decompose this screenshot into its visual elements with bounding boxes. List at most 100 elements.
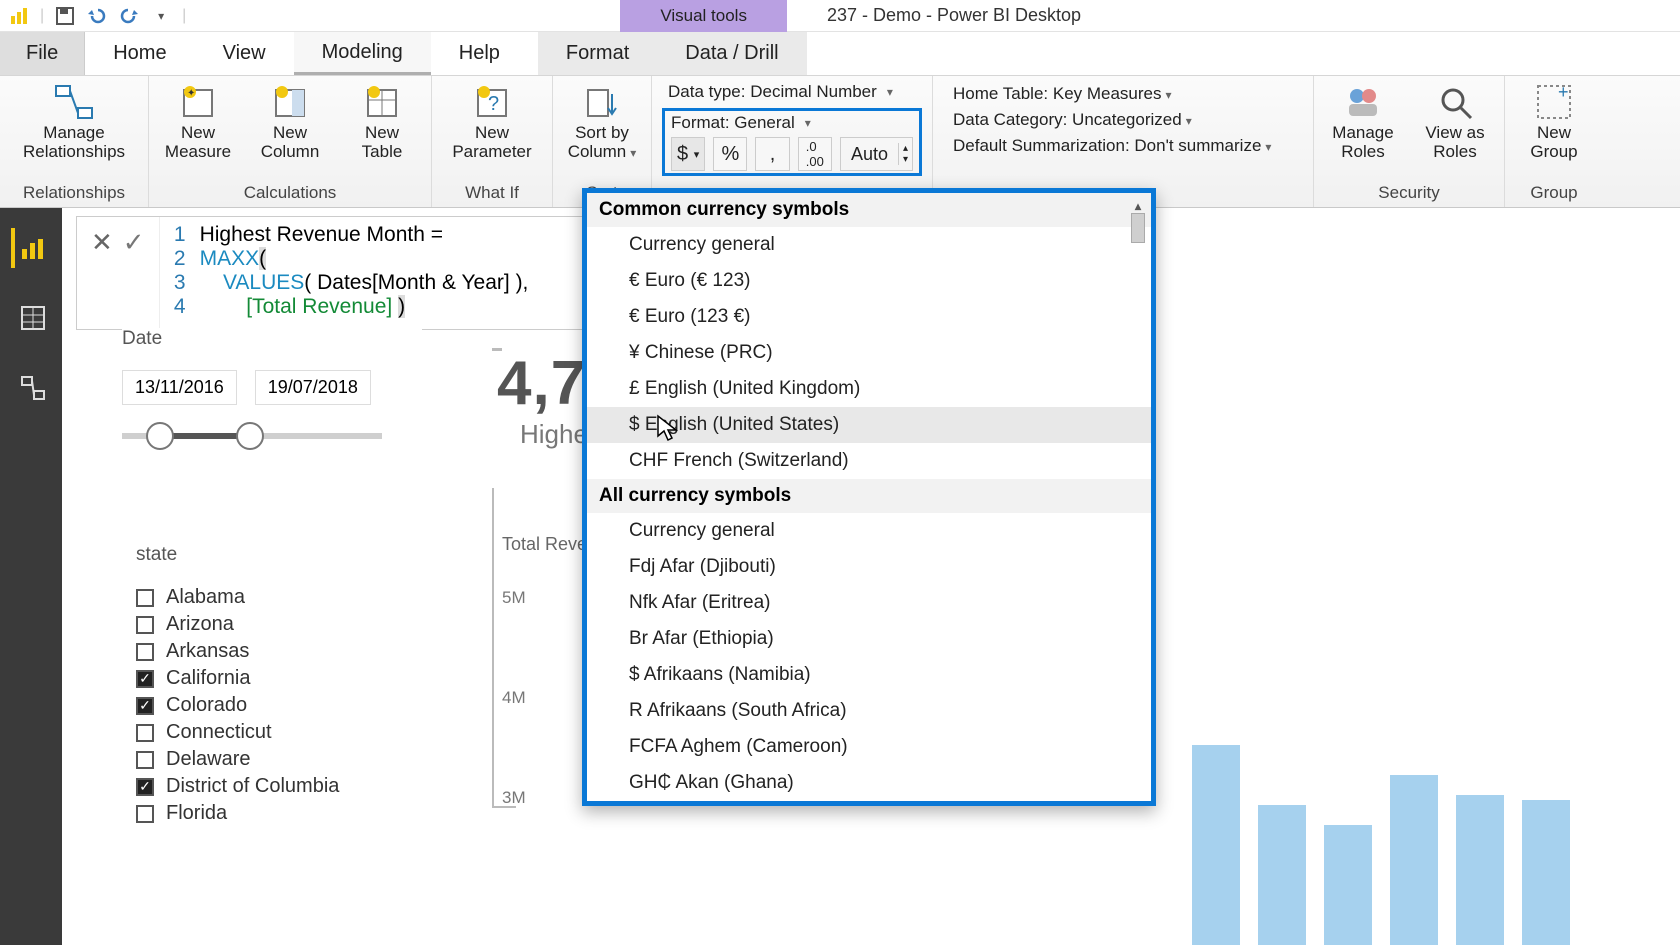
spinner-down-icon[interactable]: ▾ (899, 154, 912, 165)
dropdown-section-header: Common currency symbols ▴ (587, 193, 1151, 227)
manage-roles-label: Manage Roles (1324, 124, 1402, 161)
bar[interactable] (1390, 775, 1438, 945)
save-icon[interactable] (54, 5, 76, 27)
bar[interactable] (1522, 800, 1570, 945)
formula-commit-icon[interactable]: ✓ (123, 227, 145, 258)
date-slider-track[interactable] (122, 433, 382, 439)
currency-option[interactable]: FCFA Aghem (Cameroon) (587, 729, 1151, 765)
checkbox-icon[interactable]: ✓ (136, 697, 154, 715)
dax-editor[interactable]: 1Highest Revenue Month = 2MAXX( 3 VALUES… (160, 217, 529, 329)
whatif-group-label: What If (465, 183, 519, 207)
currency-format-dropdown[interactable]: Common currency symbols ▴ Currency gener… (582, 188, 1156, 806)
state-slicer-item[interactable]: Arkansas (136, 640, 456, 663)
state-label: Arkansas (166, 640, 249, 663)
decimal-places-value: Auto (841, 144, 898, 165)
data-type-dropdown[interactable]: Data type: Decimal Number▾ (662, 80, 922, 104)
data-drill-tab[interactable]: Data / Drill (657, 32, 806, 75)
currency-option[interactable]: Currency general (587, 227, 1151, 263)
currency-option[interactable]: Nfk Afar (Eritrea) (587, 585, 1151, 621)
state-slicer-item[interactable]: ✓ Colorado (136, 694, 456, 717)
state-slicer[interactable]: state AlabamaArizonaArkansas✓California✓… (136, 544, 456, 829)
undo-icon[interactable] (86, 5, 108, 27)
new-column-button[interactable]: New Column (251, 80, 329, 161)
bar[interactable] (1258, 805, 1306, 945)
dropdown-scrollbar[interactable]: ▴ (1129, 199, 1147, 243)
currency-option[interactable]: € Euro (123 €) (587, 299, 1151, 335)
date-slider-thumb-start[interactable] (146, 422, 174, 450)
home-table-dropdown[interactable]: Home Table: Key Measures▾ (953, 84, 1293, 104)
bar[interactable] (1324, 825, 1372, 945)
checkbox-icon[interactable]: ✓ (136, 778, 154, 796)
checkbox-icon[interactable] (136, 805, 154, 823)
state-slicer-item[interactable]: Florida (136, 802, 456, 825)
thousands-separator-button[interactable]: , (755, 137, 789, 171)
calculations-group: ✦ New Measure New Column New Table Calcu… (149, 76, 432, 207)
currency-option[interactable]: Fdj Afar (Djibouti) (587, 549, 1151, 585)
formula-bar[interactable]: ✕ ✓ 1Highest Revenue Month = 2MAXX( 3 VA… (76, 216, 596, 330)
manage-roles-icon (1343, 82, 1383, 122)
date-to-input[interactable]: 19/07/2018 (255, 370, 371, 405)
new-measure-icon: ✦ (178, 82, 218, 122)
checkbox-icon[interactable] (136, 643, 154, 661)
home-tab[interactable]: Home (85, 32, 194, 75)
state-slicer-item[interactable]: ✓District of Columbia (136, 775, 456, 798)
state-label: Alabama (166, 586, 245, 609)
currency-option[interactable]: GH₵ Akan (Ghana) (587, 765, 1151, 801)
new-table-button[interactable]: New Table (343, 80, 421, 161)
manage-roles-button[interactable]: Manage Roles (1324, 80, 1402, 161)
format-dropdown[interactable]: Format: General▾ (665, 111, 919, 135)
manage-relationships-label: Manage Relationships (10, 124, 138, 161)
new-parameter-button[interactable]: ? New Parameter (442, 80, 542, 161)
state-slicer-item[interactable]: Alabama (136, 586, 456, 609)
currency-option[interactable]: ¥ Chinese (PRC) (587, 335, 1151, 371)
checkbox-icon[interactable] (136, 724, 154, 742)
percent-format-button[interactable]: % (713, 137, 747, 171)
checkbox-icon[interactable] (136, 751, 154, 769)
model-view-button[interactable] (11, 368, 51, 408)
manage-relationships-button[interactable]: Manage Relationships (10, 80, 138, 161)
currency-option[interactable]: CHF French (Switzerland) (587, 443, 1151, 479)
state-slicer-item[interactable]: ✓California (136, 667, 456, 690)
formula-cancel-icon[interactable]: ✕ (91, 227, 113, 258)
state-slicer-item[interactable]: Arizona (136, 613, 456, 636)
bar[interactable] (1456, 795, 1504, 945)
checkbox-icon[interactable]: ✓ (136, 670, 154, 688)
checkbox-icon[interactable] (136, 589, 154, 607)
state-label: Florida (166, 802, 227, 825)
redo-icon[interactable] (118, 5, 140, 27)
data-view-button[interactable] (11, 298, 51, 338)
checkbox-icon[interactable] (136, 616, 154, 634)
window-title: 237 - Demo - Power BI Desktop (827, 5, 1081, 26)
help-tab[interactable]: Help (431, 32, 528, 75)
currency-format-button[interactable]: $ ▾ (671, 137, 705, 171)
new-group-button[interactable]: + New Group (1515, 80, 1593, 161)
default-summarization-dropdown[interactable]: Default Summarization: Don't summarize▾ (953, 136, 1293, 156)
decimal-places-icon[interactable]: .0.00 (798, 137, 832, 171)
currency-option[interactable]: R Afrikaans (South Africa) (587, 693, 1151, 729)
new-measure-button[interactable]: ✦ New Measure (159, 80, 237, 161)
file-tab[interactable]: File (0, 32, 85, 75)
report-view-button[interactable] (11, 228, 51, 268)
date-from-input[interactable]: 13/11/2016 (122, 370, 237, 405)
currency-option[interactable]: £ English (United Kingdom) (587, 371, 1151, 407)
view-tab[interactable]: View (195, 32, 294, 75)
axis-tick (492, 348, 502, 351)
spinner-up-icon[interactable]: ▴ (899, 143, 912, 154)
decimal-places-spinner[interactable]: Auto ▴▾ (840, 137, 913, 171)
date-slider-thumb-end[interactable] (236, 422, 264, 450)
format-tab[interactable]: Format (538, 32, 657, 75)
state-slicer-item[interactable]: Connecticut (136, 721, 456, 744)
date-slicer[interactable]: Date 13/11/2016 19/07/2018 (122, 328, 422, 439)
currency-option[interactable]: Currency general (587, 513, 1151, 549)
sort-by-column-button[interactable]: Sort by Column▾ (563, 80, 641, 161)
modeling-tab[interactable]: Modeling (294, 32, 431, 75)
view-as-roles-button[interactable]: View as Roles (1416, 80, 1494, 161)
state-slicer-item[interactable]: Delaware (136, 748, 456, 771)
state-label: Colorado (166, 694, 247, 717)
currency-option[interactable]: € Euro (€ 123) (587, 263, 1151, 299)
bar[interactable] (1192, 745, 1240, 945)
currency-option[interactable]: $ Afrikaans (Namibia) (587, 657, 1151, 693)
data-category-dropdown[interactable]: Data Category: Uncategorized▾ (953, 110, 1293, 130)
currency-option[interactable]: Br Afar (Ethiopia) (587, 621, 1151, 657)
qat-dropdown-icon[interactable]: ▾ (150, 5, 172, 27)
